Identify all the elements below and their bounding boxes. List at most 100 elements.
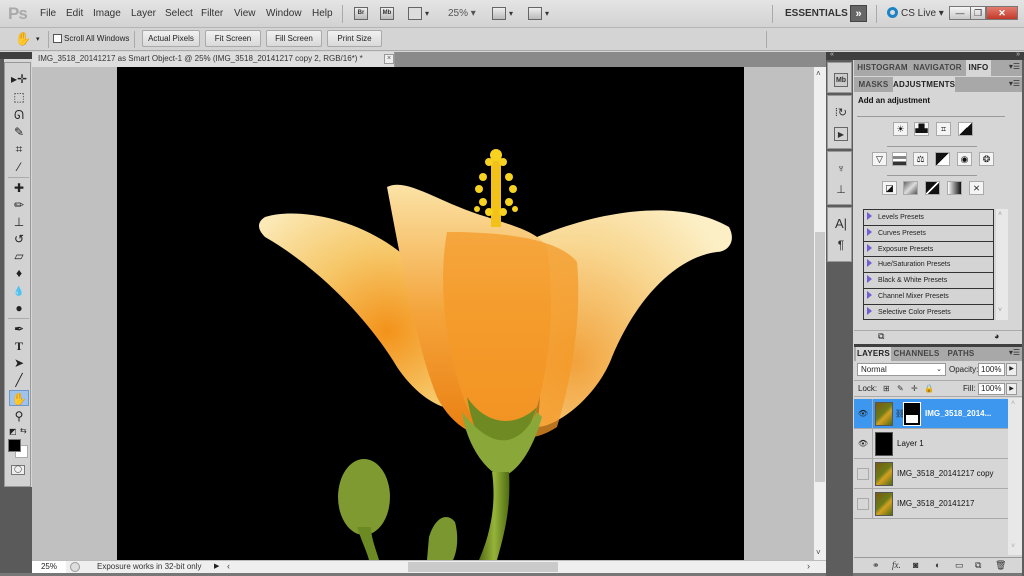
history-brush-tool[interactable]: ↺ <box>9 231 29 247</box>
menu-file[interactable]: File <box>40 8 56 19</box>
menu-edit[interactable]: Edit <box>66 8 83 19</box>
menu-filter[interactable]: Filter <box>201 8 223 19</box>
cs-live-menu[interactable]: CS Live ▾ <box>887 7 944 19</box>
scroll-left-icon[interactable]: ‹ <box>227 561 230 571</box>
scroll-up-icon[interactable]: ˄ <box>816 69 821 78</box>
minimize-button[interactable]: — <box>949 6 971 20</box>
panel-menu-icon[interactable]: ▾☰ <box>1009 79 1020 88</box>
layers-scrollbar[interactable]: ˄ ˅ <box>1008 398 1022 555</box>
arrange-documents-icon[interactable] <box>492 7 506 20</box>
scroll-up-icon[interactable]: ˄ <box>998 211 1002 218</box>
black-white-icon[interactable] <box>935 152 950 166</box>
new-group-icon[interactable]: ▭ <box>955 560 964 571</box>
hibiscus-photo[interactable] <box>117 67 744 560</box>
print-size-button[interactable]: Print Size <box>327 30 382 47</box>
eyedropper-tool[interactable]: ⁄ <box>9 159 29 175</box>
close-document-icon[interactable]: × <box>384 54 394 64</box>
bridge-button[interactable]: Br <box>354 7 368 20</box>
fx-icon[interactable]: fx. <box>892 560 901 570</box>
posterize-icon[interactable] <box>903 181 918 195</box>
layer-row[interactable]: IMG_3518_20141217 <box>854 489 1008 519</box>
screen-mode-icon[interactable] <box>528 7 542 20</box>
scroll-down-icon[interactable]: ˅ <box>998 307 1002 314</box>
eraser-tool[interactable]: ▱ <box>9 248 29 264</box>
history-icon[interactable]: ⁞↻ <box>834 106 848 120</box>
preset-curves[interactable]: Curves Presets <box>864 226 993 242</box>
scroll-up-icon[interactable]: ˄ <box>1011 400 1015 407</box>
tab-info[interactable]: INFO <box>966 60 991 76</box>
menu-image[interactable]: Image <box>93 8 121 19</box>
threshold-icon[interactable] <box>925 181 940 195</box>
selective-color-icon[interactable]: ⨯ <box>969 181 984 195</box>
scroll-right-icon[interactable]: › <box>807 561 810 571</box>
document-tab[interactable]: IMG_3518_20141217 as Smart Object-1 @ 25… <box>32 52 395 67</box>
actual-pixels-button[interactable]: Actual Pixels <box>142 30 200 47</box>
gradient-map-icon[interactable] <box>947 181 962 195</box>
crop-tool[interactable]: ⌗ <box>9 141 29 157</box>
tool-presets-icon[interactable]: ⊥ <box>834 183 848 197</box>
layer-mask-thumbnail[interactable] <box>903 402 921 426</box>
path-selection-tool[interactable]: ➤ <box>9 355 29 371</box>
fit-screen-button[interactable]: Fit Screen <box>205 30 261 47</box>
menu-view[interactable]: View <box>234 8 256 19</box>
preset-channel-mixer[interactable]: Channel Mixer Presets <box>864 289 993 305</box>
screen-mode-dropdown-icon[interactable]: ▾ <box>545 9 549 18</box>
lock-image-icon[interactable]: ✎ <box>897 384 904 393</box>
fill-slider-button[interactable]: ▶ <box>1006 383 1017 395</box>
scroll-down-icon[interactable]: ˅ <box>1011 543 1015 550</box>
restore-button[interactable]: ❐ <box>970 6 986 20</box>
link-layers-icon[interactable]: ⚭ <box>872 560 880 571</box>
hand-tool[interactable]: ✋ <box>9 390 29 406</box>
tab-histogram[interactable]: HISTOGRAM <box>856 60 909 76</box>
menu-help[interactable]: Help <box>312 8 333 19</box>
visibility-toggle[interactable] <box>857 498 869 510</box>
mini-bridge-button[interactable]: Mb <box>380 7 394 20</box>
paint-bucket-tool[interactable]: ♦ <box>9 265 29 281</box>
clone-source-icon[interactable]: ♆ <box>834 162 848 176</box>
preset-hue-saturation[interactable]: Hue/Saturation Presets <box>864 257 993 274</box>
delete-layer-icon[interactable]: 🗑 <box>995 560 1006 571</box>
add-mask-icon[interactable]: ◙ <box>913 560 918 570</box>
view-previous-state-icon[interactable]: ◕ <box>994 331 999 341</box>
layer-row[interactable]: 👁 Layer 1 <box>854 429 1008 459</box>
status-zoom-field[interactable]: 25% <box>32 561 66 573</box>
levels-icon[interactable]: ▟▙ <box>914 122 929 136</box>
line-tool[interactable]: ╱ <box>9 372 29 388</box>
tab-navigator[interactable]: NAVIGATOR <box>911 60 964 76</box>
tab-channels[interactable]: CHANNELS <box>893 347 940 361</box>
blend-mode-select[interactable]: Normal ⌄ <box>857 363 946 376</box>
vertical-scroll-thumb[interactable] <box>815 232 825 482</box>
tab-adjustments[interactable]: ADJUSTMENTS <box>893 77 955 93</box>
brush-tool[interactable]: ✏ <box>9 197 29 213</box>
preset-selective-color[interactable]: Selective Color Presets <box>864 305 993 321</box>
visibility-toggle[interactable] <box>857 468 869 480</box>
clip-to-layer-icon[interactable]: ⧉ <box>878 331 884 342</box>
layer-row[interactable]: IMG_3518_20141217 copy <box>854 459 1008 489</box>
expand-dock-icon[interactable]: » <box>1016 51 1020 58</box>
opacity-input[interactable]: 100% <box>978 363 1005 376</box>
hue-saturation-icon[interactable] <box>892 152 907 166</box>
marquee-tool[interactable]: ⬚ <box>9 89 29 105</box>
tab-masks[interactable]: MASKS <box>856 77 891 93</box>
swap-colors-icon[interactable]: ⇆ <box>20 426 27 435</box>
more-workspaces-button[interactable]: » <box>850 5 867 22</box>
type-tool[interactable]: T <box>9 338 29 354</box>
default-colors-icon[interactable]: ◩ <box>9 427 17 436</box>
panel-menu-icon[interactable]: ▾☰ <box>1009 348 1020 357</box>
lock-position-icon[interactable]: ✛ <box>911 384 918 393</box>
lock-all-icon[interactable]: 🔒 <box>924 384 934 393</box>
extras-icon[interactable] <box>408 7 422 20</box>
photo-filter-icon[interactable]: ◉ <box>957 152 972 166</box>
tools-panel-header[interactable] <box>0 52 32 59</box>
workspace-essentials[interactable]: ESSENTIALS <box>785 8 848 19</box>
blur-tool[interactable]: 💧 <box>9 283 29 299</box>
status-menu-arrow-icon[interactable]: ▶ <box>214 562 219 570</box>
fill-input[interactable]: 100% <box>978 383 1005 395</box>
arrange-dropdown-icon[interactable]: ▾ <box>509 9 513 18</box>
menu-window[interactable]: Window <box>266 8 302 19</box>
quick-selection-tool[interactable]: ✎ <box>9 124 29 140</box>
preset-black-white[interactable]: Black & White Presets <box>864 273 993 289</box>
collapse-dock-icon[interactable]: « <box>830 51 834 58</box>
menu-layer[interactable]: Layer <box>131 8 156 19</box>
clone-stamp-tool[interactable]: ⊥ <box>9 214 29 230</box>
